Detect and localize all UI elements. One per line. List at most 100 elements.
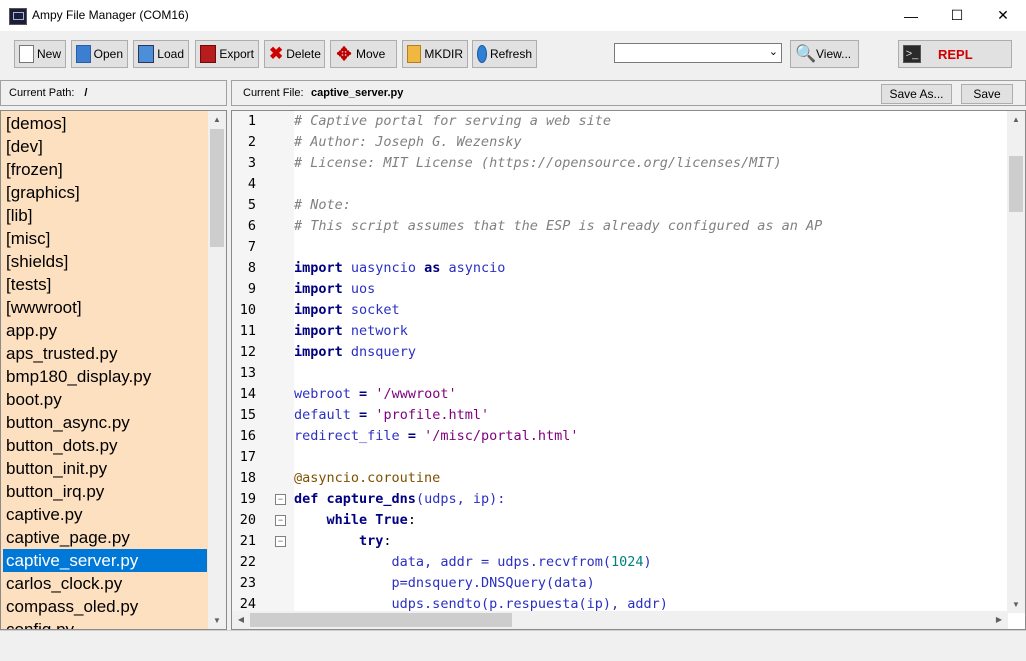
editor-hscroll-thumb[interactable] <box>250 613 512 627</box>
code-line-18: @asyncio.coroutine <box>294 470 441 486</box>
save-button[interactable]: Save <box>961 84 1013 104</box>
code-line-8: import uasyncio as asyncio <box>294 260 506 276</box>
file-list-item[interactable]: captive_page.py <box>3 526 207 549</box>
path-bar: Current Path: / <box>0 80 227 106</box>
file-list-item[interactable]: captive.py <box>3 503 207 526</box>
editor-scroll-up-icon[interactable]: ▲ <box>1007 111 1025 128</box>
code-line-6: # This script assumes that the ESP is al… <box>294 218 823 234</box>
file-list-item[interactable]: [wwwroot] <box>3 296 207 319</box>
code-line-11: import network <box>294 323 408 339</box>
file-list-item[interactable]: [dev] <box>3 135 207 158</box>
file-list-item[interactable]: button_async.py <box>3 411 207 434</box>
line-number: 15 <box>239 407 256 423</box>
minimize-button[interactable]: — <box>888 0 934 31</box>
code-line-19: def capture_dns(udps, ip): <box>294 491 506 507</box>
code-line-1: # Captive portal for serving a web site <box>294 113 611 129</box>
file-list-item[interactable]: button_irq.py <box>3 480 207 503</box>
line-number: 24 <box>239 596 256 612</box>
file-list-item[interactable]: button_init.py <box>3 457 207 480</box>
line-number: 20 <box>239 512 256 528</box>
delete-icon: ✖ <box>269 44 284 63</box>
line-number: 5 <box>247 197 256 213</box>
load-label: Load <box>157 47 184 61</box>
editor-vscrollbar[interactable]: ▲ ▼ <box>1007 111 1025 613</box>
file-list-item[interactable]: carlos_clock.py <box>3 572 207 595</box>
close-button[interactable]: ✕ <box>980 0 1026 31</box>
open-icon <box>76 45 91 63</box>
file-list-item[interactable]: [frozen] <box>3 158 207 181</box>
line-number: 11 <box>239 323 256 339</box>
fold-marker-19[interactable]: − <box>275 494 286 505</box>
export-button[interactable]: Export <box>195 40 259 68</box>
device-combo[interactable]: ⌄ <box>614 43 782 63</box>
fold-marker-20[interactable]: − <box>275 515 286 526</box>
file-list-item[interactable]: captive_server.py <box>3 549 207 572</box>
export-icon <box>200 45 217 63</box>
file-list-item[interactable]: [misc] <box>3 227 207 250</box>
file-list-item[interactable]: [shields] <box>3 250 207 273</box>
line-number: 18 <box>239 470 256 486</box>
mkdir-button[interactable]: MKDIR <box>402 40 468 68</box>
refresh-button[interactable]: Refresh <box>472 40 537 68</box>
file-list-item[interactable]: boot.py <box>3 388 207 411</box>
refresh-label: Refresh <box>489 47 532 61</box>
scroll-down-icon[interactable]: ▼ <box>208 612 226 629</box>
line-number: 6 <box>247 218 256 234</box>
file-list-item[interactable]: app.py <box>3 319 207 342</box>
status-bar <box>0 630 1026 661</box>
code-line-23: p=dnsquery.DNSQuery(data) <box>391 575 595 591</box>
file-list-item[interactable]: button_dots.py <box>3 434 207 457</box>
app-icon <box>9 8 27 25</box>
file-list[interactable]: [demos] [dev] [frozen] [graphics] [lib] [misc… <box>0 110 227 630</box>
line-number: 7 <box>247 239 256 255</box>
file-list-item[interactable]: [tests] <box>3 273 207 296</box>
new-button[interactable]: New <box>14 40 66 68</box>
file-list-item[interactable]: config.py <box>3 618 207 629</box>
magnifier-icon: 🔍 <box>795 44 817 63</box>
code-line-21: try: <box>359 533 392 549</box>
fold-marker-21[interactable]: − <box>275 536 286 547</box>
file-list-scrollbar[interactable]: ▲ ▼ <box>208 111 226 629</box>
code-line-15: default = 'profile.html' <box>294 407 490 423</box>
open-button[interactable]: Open <box>71 40 128 68</box>
editor-scroll-right-icon[interactable]: ▶ <box>990 611 1008 628</box>
editor-scroll-down-icon[interactable]: ▼ <box>1007 596 1025 613</box>
repl-button[interactable]: >_ REPL <box>898 40 1012 68</box>
move-button[interactable]: ✥ Move <box>330 40 397 68</box>
line-number: 16 <box>239 428 256 444</box>
line-number: 1 <box>247 113 256 129</box>
chevron-down-icon: ⌄ <box>768 46 778 58</box>
save-as-button[interactable]: Save As... <box>881 84 952 104</box>
file-list-item[interactable]: compass_oled.py <box>3 595 207 618</box>
file-list-item[interactable]: aps_trusted.py <box>3 342 207 365</box>
scroll-up-icon[interactable]: ▲ <box>208 111 226 128</box>
file-bar: Current File: captive_server.py Save As.… <box>231 80 1026 106</box>
file-list-item[interactable]: [graphics] <box>3 181 207 204</box>
maximize-button[interactable]: ☐ <box>934 0 980 31</box>
editor-vscroll-thumb[interactable] <box>1009 156 1023 212</box>
file-list-item[interactable]: bmp180_display.py <box>3 365 207 388</box>
line-number: 10 <box>239 302 256 318</box>
view-label: View... <box>816 47 852 61</box>
line-number: 22 <box>239 554 256 570</box>
mkdir-label: MKDIR <box>424 47 463 61</box>
file-list-scroll-thumb[interactable] <box>210 129 224 247</box>
delete-button[interactable]: ✖ Delete <box>264 40 325 68</box>
load-button[interactable]: Load <box>133 40 189 68</box>
file-value: captive_server.py <box>311 87 404 99</box>
new-file-icon <box>19 45 34 63</box>
view-button[interactable]: 🔍 View... <box>790 40 859 68</box>
code-line-3: # License: MIT License (https://opensour… <box>294 155 782 171</box>
open-label: Open <box>93 47 123 61</box>
delete-label: Delete <box>286 47 321 61</box>
file-list-item[interactable]: [lib] <box>3 204 207 227</box>
export-label: Export <box>219 47 254 61</box>
editor-scroll-left-icon[interactable]: ◀ <box>232 611 250 628</box>
code-editor[interactable]: 1 2 3 4 5 6 7 8 9 10 11 12 13 14 15 16 17 18 19 20 21 22 23 24 … <box>231 110 1026 630</box>
file-list-item[interactable]: [demos] <box>3 112 207 135</box>
repl-label: REPL <box>938 46 973 62</box>
code-line-16: redirect_file = '/misc/portal.html' <box>294 428 579 444</box>
editor-hscrollbar[interactable]: ◀ ▶ <box>232 611 1008 629</box>
line-number: 19 <box>239 491 256 507</box>
terminal-icon: >_ <box>903 45 921 63</box>
